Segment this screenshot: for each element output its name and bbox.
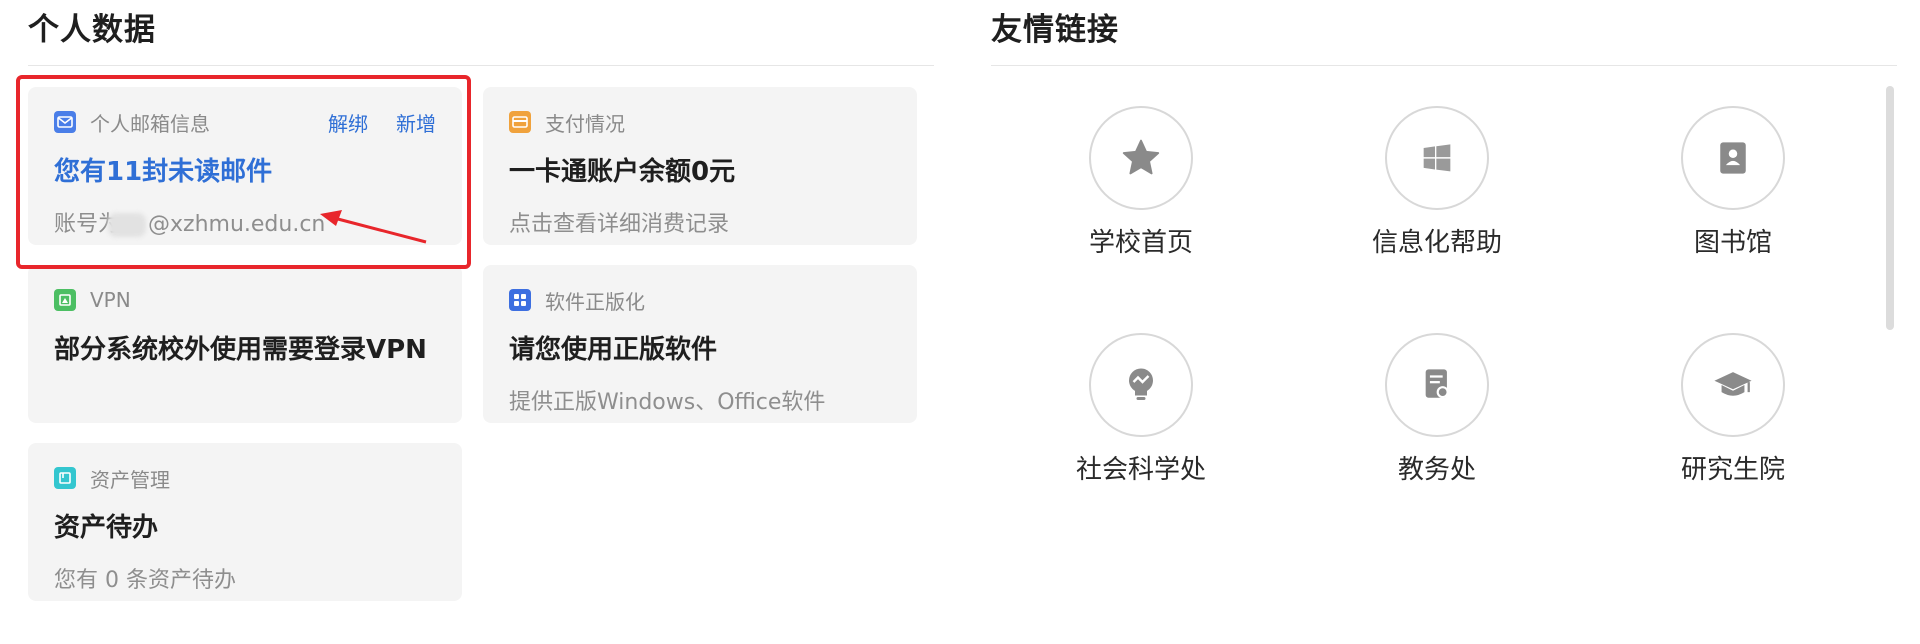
asset-title: 资产待办 xyxy=(54,513,159,543)
link-label: 信息化帮助 xyxy=(1371,228,1502,258)
link-label: 学校首页 xyxy=(1088,228,1193,258)
link-label: 社会科学处 xyxy=(1075,455,1206,485)
software-card-label: 软件正版化 xyxy=(545,289,645,314)
software-card[interactable]: 软件正版化 请您使用正版软件 提供正版Windows、Office软件 xyxy=(483,265,917,423)
link-label: 研究生院 xyxy=(1680,455,1785,485)
windows-icon xyxy=(1385,106,1489,210)
document-search-icon xyxy=(1385,333,1489,437)
personal-section-title: 个人数据 xyxy=(28,12,156,48)
payment-card-icon xyxy=(509,111,531,133)
link-academic-affairs[interactable]: 教务处 xyxy=(1327,333,1547,486)
link-social-science[interactable]: 社会科学处 xyxy=(1031,333,1251,486)
link-library[interactable]: 图书馆 xyxy=(1623,106,1843,259)
vpn-icon xyxy=(54,289,76,311)
contact-card-icon xyxy=(1681,106,1785,210)
vpn-card-label: VPN xyxy=(90,288,131,312)
software-title: 请您使用正版软件 xyxy=(509,335,718,365)
asset-desc: 您有 0 条资产待办 xyxy=(54,568,236,593)
links-section-title: 友情链接 xyxy=(991,12,1119,48)
asset-card-label: 资产管理 xyxy=(90,467,170,492)
asset-box-icon xyxy=(54,467,76,489)
link-label: 教务处 xyxy=(1397,455,1476,485)
vpn-card[interactable]: VPN 部分系统校外使用需要登录VPN xyxy=(28,265,462,423)
apps-grid-icon xyxy=(509,289,531,311)
software-desc: 提供正版Windows、Office软件 xyxy=(509,390,826,415)
personal-divider xyxy=(28,65,934,66)
star-icon xyxy=(1089,106,1193,210)
links-divider xyxy=(991,65,1897,66)
balance-title: 一卡通账户余额0元 xyxy=(509,157,736,187)
links-scrollbar[interactable] xyxy=(1886,86,1894,330)
payment-card[interactable]: 支付情况 一卡通账户余额0元 点击查看详细消费记录 xyxy=(483,87,917,245)
lightbulb-icon xyxy=(1089,333,1193,437)
vpn-title: 部分系统校外使用需要登录VPN xyxy=(54,335,427,365)
asset-card[interactable]: 资产管理 资产待办 您有 0 条资产待办 xyxy=(28,443,462,601)
link-graduate-school[interactable]: 研究生院 xyxy=(1623,333,1843,486)
highlight-box xyxy=(16,75,471,269)
graduation-cap-icon xyxy=(1681,333,1785,437)
link-label: 图书馆 xyxy=(1693,228,1772,258)
payment-detail-link[interactable]: 点击查看详细消费记录 xyxy=(509,206,891,238)
link-school-home[interactable]: 学校首页 xyxy=(1031,106,1251,259)
payment-card-label: 支付情况 xyxy=(545,111,625,136)
link-it-help[interactable]: 信息化帮助 xyxy=(1327,106,1547,259)
